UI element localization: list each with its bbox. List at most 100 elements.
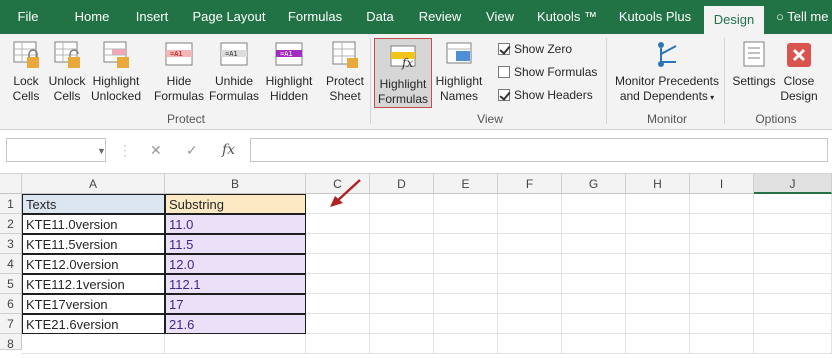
- tab-file[interactable]: File: [8, 0, 48, 34]
- empty-cell[interactable]: [306, 254, 370, 274]
- empty-cell[interactable]: [370, 214, 434, 234]
- empty-cell[interactable]: [370, 194, 434, 214]
- table-cell-text[interactable]: KTE17version: [22, 294, 165, 314]
- empty-cell[interactable]: [754, 214, 832, 234]
- row-header[interactable]: 1: [0, 194, 22, 214]
- column-header[interactable]: D: [370, 174, 434, 194]
- empty-cell[interactable]: [754, 334, 832, 354]
- row-header[interactable]: 2: [0, 214, 22, 234]
- empty-cell[interactable]: [498, 234, 562, 254]
- row-header[interactable]: 3: [0, 234, 22, 254]
- tell-me-search[interactable]: ○ Tell me: [776, 0, 832, 34]
- table-cell-text[interactable]: KTE112.1version: [22, 274, 165, 294]
- empty-cell[interactable]: [498, 194, 562, 214]
- empty-cell[interactable]: [562, 194, 626, 214]
- empty-cell[interactable]: [306, 334, 370, 354]
- empty-cell[interactable]: [306, 314, 370, 334]
- empty-cell[interactable]: [690, 334, 754, 354]
- row-header[interactable]: 8: [0, 334, 22, 351]
- highlight-formulas-button[interactable]: fx Highlight Formulas: [374, 38, 432, 108]
- empty-cell[interactable]: [626, 214, 690, 234]
- empty-cell[interactable]: [626, 274, 690, 294]
- highlight-names-button[interactable]: Highlight Names: [432, 40, 486, 108]
- highlight-hidden-button[interactable]: =A1 Highlight Hidden: [262, 40, 316, 108]
- empty-cell[interactable]: [754, 254, 832, 274]
- empty-cell[interactable]: [434, 314, 498, 334]
- column-header[interactable]: F: [498, 174, 562, 194]
- table-cell-substring[interactable]: 21.6: [165, 314, 306, 334]
- insert-function-icon[interactable]: fx: [222, 142, 235, 158]
- empty-cell[interactable]: [370, 334, 434, 354]
- empty-cell[interactable]: [306, 294, 370, 314]
- show-zero-checkbox[interactable]: Show Zero: [498, 40, 572, 58]
- hide-formulas-button[interactable]: =A1 Hide Formulas: [152, 40, 206, 108]
- empty-cell[interactable]: [434, 294, 498, 314]
- empty-cell[interactable]: [562, 334, 626, 354]
- tab-review[interactable]: Review: [410, 0, 470, 34]
- unlock-cells-button[interactable]: Unlock Cells: [46, 40, 88, 108]
- formula-input[interactable]: [250, 138, 828, 162]
- tab-home[interactable]: Home: [66, 0, 118, 34]
- table-cell-substring[interactable]: 17: [165, 294, 306, 314]
- name-box[interactable]: ▼: [6, 138, 106, 162]
- table-cell-text[interactable]: KTE21.6version: [22, 314, 165, 334]
- unhide-formulas-button[interactable]: =A1 Unhide Formulas: [206, 40, 262, 108]
- tab-design[interactable]: Design: [704, 6, 764, 34]
- show-headers-checkbox[interactable]: Show Headers: [498, 86, 593, 104]
- chevron-down-icon[interactable]: ▼: [97, 146, 106, 156]
- column-header[interactable]: G: [562, 174, 626, 194]
- empty-cell[interactable]: [370, 234, 434, 254]
- table-cell-substring[interactable]: 12.0: [165, 254, 306, 274]
- column-header[interactable]: I: [690, 174, 754, 194]
- empty-cell[interactable]: [434, 234, 498, 254]
- empty-cell[interactable]: [498, 334, 562, 354]
- empty-cell[interactable]: [434, 254, 498, 274]
- empty-cell[interactable]: [306, 274, 370, 294]
- header-cell-substring[interactable]: Substring: [165, 194, 306, 214]
- empty-cell[interactable]: [690, 234, 754, 254]
- enter-check-icon[interactable]: ✓: [186, 142, 198, 159]
- empty-cell[interactable]: [626, 234, 690, 254]
- column-header-selected[interactable]: J: [754, 174, 832, 194]
- table-cell-substring[interactable]: 11.5: [165, 234, 306, 254]
- empty-cell[interactable]: [754, 274, 832, 294]
- empty-cell[interactable]: [754, 314, 832, 334]
- row-header[interactable]: 4: [0, 254, 22, 274]
- column-header[interactable]: H: [626, 174, 690, 194]
- empty-cell[interactable]: [370, 274, 434, 294]
- empty-cell[interactable]: [690, 214, 754, 234]
- empty-cell[interactable]: [690, 254, 754, 274]
- row-header[interactable]: 6: [0, 294, 22, 314]
- table-cell-text[interactable]: KTE12.0version: [22, 254, 165, 274]
- empty-cell[interactable]: [562, 234, 626, 254]
- column-header[interactable]: B: [165, 174, 306, 194]
- empty-cell[interactable]: [306, 234, 370, 254]
- empty-cell[interactable]: [562, 274, 626, 294]
- table-cell-substring[interactable]: 11.0: [165, 214, 306, 234]
- empty-cell[interactable]: [22, 334, 165, 354]
- empty-cell[interactable]: [754, 294, 832, 314]
- column-header[interactable]: A: [22, 174, 165, 194]
- empty-cell[interactable]: [626, 314, 690, 334]
- empty-cell[interactable]: [626, 254, 690, 274]
- empty-cell[interactable]: [498, 294, 562, 314]
- tab-kutools-plus[interactable]: Kutools Plus: [612, 0, 698, 34]
- empty-cell[interactable]: [626, 294, 690, 314]
- show-formulas-checkbox[interactable]: Show Formulas: [498, 63, 597, 81]
- header-cell-texts[interactable]: Texts: [22, 194, 165, 214]
- row-header[interactable]: 7: [0, 314, 22, 334]
- empty-cell[interactable]: [498, 314, 562, 334]
- tab-kutools[interactable]: Kutools ™: [530, 0, 604, 34]
- empty-cell[interactable]: [434, 334, 498, 354]
- empty-cell[interactable]: [562, 214, 626, 234]
- protect-sheet-button[interactable]: Protect Sheet: [322, 40, 368, 108]
- select-all-corner[interactable]: [0, 174, 22, 194]
- empty-cell[interactable]: [562, 314, 626, 334]
- monitor-precedents-button[interactable]: Monitor Precedents and Dependents ▾: [612, 40, 722, 108]
- empty-cell[interactable]: [626, 334, 690, 354]
- empty-cell[interactable]: [434, 274, 498, 294]
- empty-cell[interactable]: [165, 334, 306, 354]
- empty-cell[interactable]: [434, 194, 498, 214]
- cancel-icon[interactable]: ✕: [150, 142, 162, 159]
- empty-cell[interactable]: [498, 254, 562, 274]
